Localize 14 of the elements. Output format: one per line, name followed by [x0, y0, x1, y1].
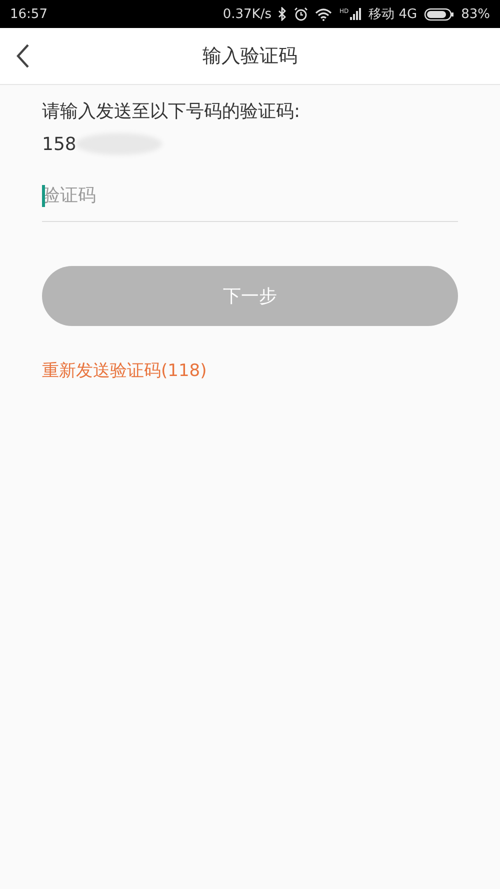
- instruction-text: 请输入发送至以下号码的验证码:: [42, 100, 300, 123]
- status-time: 16:57: [10, 6, 48, 22]
- battery-icon: [424, 8, 454, 20]
- back-button[interactable]: [16, 43, 30, 69]
- carrier-label: 移动 4G: [368, 6, 418, 23]
- resend-code-link[interactable]: 重新发送验证码(118): [42, 359, 207, 382]
- alarm-clock-icon: [294, 7, 308, 21]
- phone-number: 158: [42, 134, 76, 154]
- wifi-icon: [315, 8, 332, 20]
- network-speed: 0.37K/s: [222, 6, 272, 22]
- page-title: 输入验证码: [202, 44, 298, 69]
- signal-icon: [350, 8, 362, 20]
- battery-percent: 83%: [461, 6, 490, 22]
- bluetooth-icon: [278, 7, 288, 21]
